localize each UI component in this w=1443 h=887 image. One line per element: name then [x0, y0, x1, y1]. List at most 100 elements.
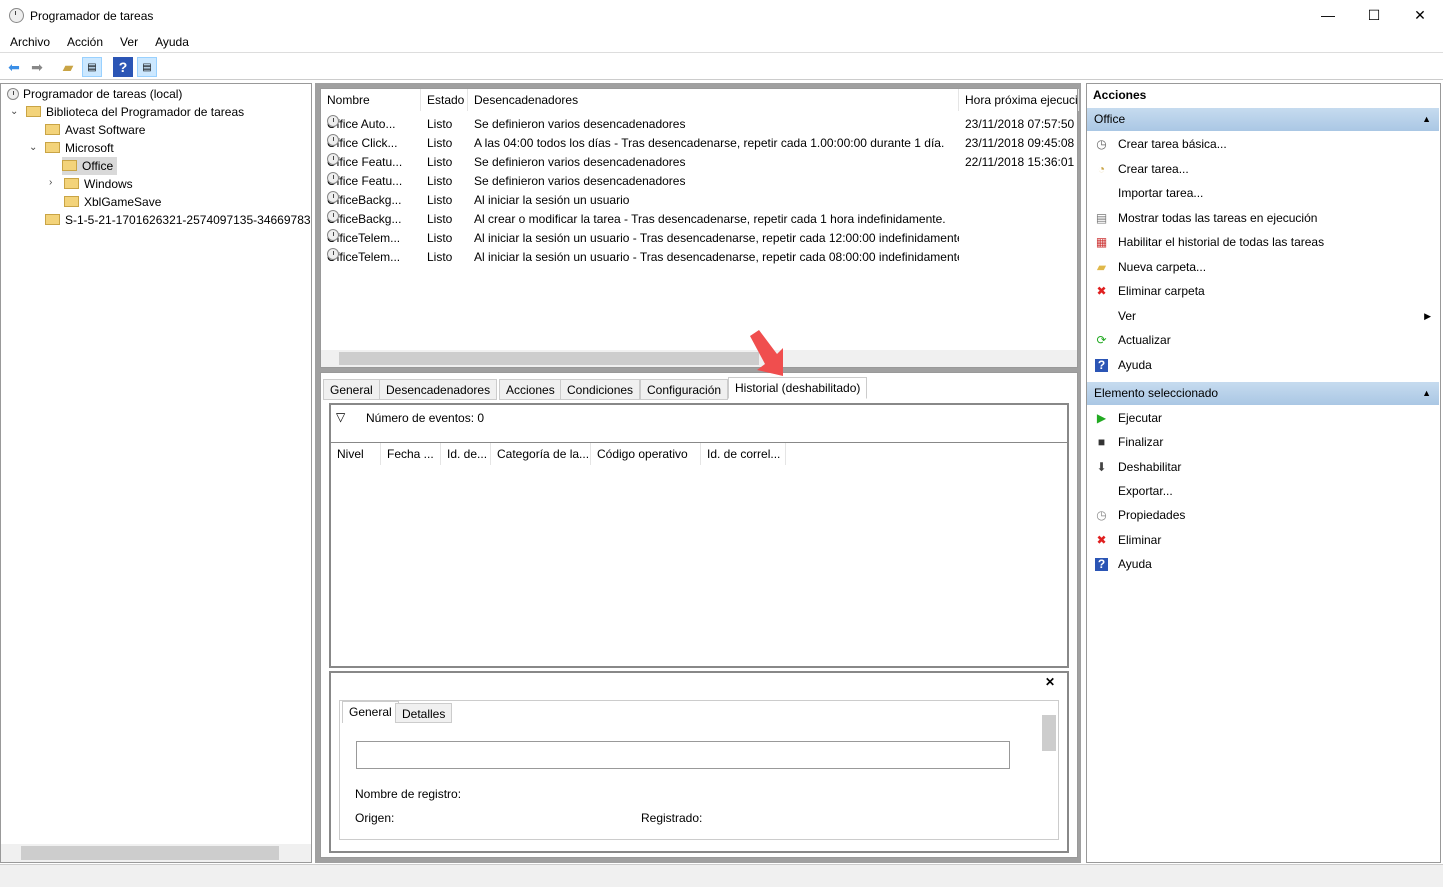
show-hide-actions-icon[interactable]: ▤ — [137, 57, 157, 77]
col-hora[interactable]: Hora próxima ejecuci — [959, 89, 1079, 111]
tab-desencadenadores[interactable]: Desencadenadores — [379, 379, 498, 400]
task-row[interactable]: Office Click... Listo A las 04:00 todos lo… — [321, 134, 1081, 153]
tree-windows[interactable]: Windows — [64, 175, 133, 193]
tree-root[interactable]: Programador de tareas (local) — [7, 85, 182, 103]
event-description-box[interactable] — [356, 741, 1010, 769]
chevron-down-icon[interactable]: ⌄ — [10, 106, 18, 117]
section-selected[interactable]: Elemento seleccionado ▲ — [1087, 382, 1439, 405]
scrollbar-thumb[interactable] — [339, 352, 759, 365]
action-items2-6[interactable]: ? Ayuda — [1087, 552, 1439, 576]
history-panel: ▽ Número de eventos: 0 Nivel Fecha ... I… — [329, 403, 1069, 668]
menu-ver[interactable]: Ver — [110, 32, 145, 49]
tree-label: Avast Software — [65, 123, 146, 137]
col-codigo[interactable]: Código operativo — [591, 443, 701, 465]
action-items2-4[interactable]: ◷ Propiedades — [1087, 503, 1439, 527]
event-count: Número de eventos: 0 — [366, 411, 485, 425]
status-bar — [0, 864, 1443, 887]
tab-general[interactable]: General — [323, 379, 380, 400]
tab-detalles[interactable]: Detalles — [395, 703, 453, 723]
action-label: Crear tarea básica... — [1118, 137, 1227, 151]
col-desencadenadores[interactable]: Desencadenadores — [468, 89, 959, 111]
chevron-down-icon[interactable]: ⌄ — [29, 142, 37, 153]
vertical-scrollbar[interactable] — [1040, 701, 1058, 811]
task-cell: OfficeTelem... — [327, 229, 417, 248]
task-row[interactable]: OfficeTelem... Listo Al iniciar la sesión … — [321, 229, 1081, 248]
toolbar: ⬅ ➡ ▰ ▤ ? ▤ — [0, 54, 1443, 80]
up-folder-icon[interactable]: ▰ — [58, 57, 78, 77]
action-items1-6[interactable]: ✖ Eliminar carpeta — [1087, 279, 1439, 303]
task-cell: Se definieron varios desencadenadores — [474, 174, 686, 188]
col-nombre[interactable]: Nombre — [321, 89, 421, 111]
minimize-button[interactable]: — — [1305, 0, 1351, 30]
tab-configuracion[interactable]: Configuración — [640, 379, 729, 400]
tree-library[interactable]: Biblioteca del Programador de tareas — [26, 103, 244, 121]
col-id-evento[interactable]: Id. de... — [441, 443, 491, 465]
task-cell: Listo — [427, 136, 453, 150]
task-list: Nombre Estado Desencadenadores Hora próx… — [320, 88, 1081, 368]
task-cell: Listo — [427, 193, 453, 207]
tab-condiciones[interactable]: Condiciones — [560, 379, 641, 400]
action-items1-8[interactable]: ⟳ Actualizar — [1087, 328, 1439, 352]
tree-microsoft[interactable]: Microsoft — [45, 139, 114, 157]
tree-sid[interactable]: S-1-5-21-1701626321-2574097135-34669783-… — [45, 211, 311, 229]
task-cell: Listo — [427, 174, 453, 188]
task-cell: OfficeBackg... — [327, 191, 417, 210]
back-icon[interactable]: ⬅ — [4, 57, 24, 77]
collapse-icon[interactable]: ▲ — [1422, 382, 1431, 405]
horizontal-scrollbar[interactable] — [321, 350, 1077, 367]
horizontal-scrollbar[interactable] — [1, 844, 311, 862]
col-nivel[interactable]: Nivel — [331, 443, 381, 465]
action-label: Finalizar — [1118, 435, 1164, 450]
action-items2-1[interactable]: ■ Finalizar — [1087, 430, 1439, 454]
action-items1-4[interactable]: ▦ Habilitar el historial de todas las tar… — [1087, 230, 1439, 254]
tree-label: Microsoft — [65, 141, 114, 155]
task-row[interactable]: Office Featu... Listo Se definieron varios… — [321, 172, 1081, 191]
menu-archivo[interactable]: Archivo — [0, 32, 57, 49]
col-fecha[interactable]: Fecha ... — [381, 443, 441, 465]
col-correlacion[interactable]: Id. de correl... — [701, 443, 786, 465]
help-icon[interactable]: ? — [113, 57, 133, 77]
scrollbar-thumb[interactable] — [1042, 715, 1056, 751]
menu-ayuda[interactable]: Ayuda — [145, 32, 196, 49]
show-hide-tree-icon[interactable]: ▤ — [82, 57, 102, 77]
action-items1-7[interactable]: Ver ▶ — [1087, 304, 1439, 328]
tree-label: Office — [82, 159, 114, 173]
action-items1-2[interactable]: Importar tarea... — [1087, 181, 1439, 205]
action-items1-5[interactable]: ▰ Nueva carpeta... — [1087, 255, 1439, 279]
col-estado[interactable]: Estado — [421, 89, 468, 111]
scrollbar-thumb[interactable] — [21, 846, 279, 860]
tab-detail-general[interactable]: General — [342, 701, 399, 723]
action-items2-3[interactable]: Exportar... — [1087, 479, 1439, 503]
task-row[interactable]: Office Auto... Listo Se definieron varios … — [321, 115, 1081, 134]
section-office[interactable]: Office ▲ — [1087, 108, 1439, 131]
col-categoria[interactable]: Categoría de la... — [491, 443, 591, 465]
task-cell: Listo — [427, 117, 453, 131]
action-items2-2[interactable]: ⬇ Deshabilitar — [1087, 455, 1439, 479]
chevron-right-icon[interactable]: › — [49, 177, 52, 188]
tree-xbl[interactable]: XblGameSave — [64, 193, 161, 211]
filter-icon[interactable]: ▽ — [336, 410, 345, 424]
close-icon[interactable]: ✕ — [1045, 675, 1055, 689]
action-label: Eliminar — [1118, 532, 1162, 547]
forward-icon[interactable]: ➡ — [27, 57, 47, 77]
task-row[interactable]: OfficeBackg... Listo Al crear o modificar … — [321, 210, 1081, 229]
task-row[interactable]: Office Featu... Listo Se definieron varios… — [321, 153, 1081, 172]
tree-avast[interactable]: Avast Software — [45, 121, 145, 139]
folder-icon — [45, 142, 60, 153]
close-button[interactable]: ✕ — [1397, 0, 1443, 30]
action-items1-9[interactable]: ? Ayuda — [1087, 353, 1439, 377]
task-row[interactable]: OfficeBackg... Listo Al iniciar la sesión … — [321, 191, 1081, 210]
collapse-icon[interactable]: ▲ — [1422, 108, 1431, 131]
action-items1-3[interactable]: ▤ Mostrar todas las tareas en ejecución — [1087, 206, 1439, 230]
menu-accion[interactable]: Acción — [57, 32, 110, 49]
action-items2-5[interactable]: ✖ Eliminar — [1087, 528, 1439, 552]
maximize-button[interactable]: ☐ — [1351, 0, 1397, 30]
refresh-icon: ⟳ — [1096, 333, 1107, 347]
tree-office[interactable]: Office — [62, 157, 118, 175]
tab-historial[interactable]: Historial (deshabilitado) — [728, 377, 868, 399]
task-row[interactable]: OfficeTelem... Listo Al iniciar la sesión … — [321, 248, 1081, 267]
action-items1-0[interactable]: ◷ Crear tarea básica... — [1087, 132, 1439, 156]
action-items2-0[interactable]: ▶ Ejecutar — [1087, 406, 1439, 430]
action-items1-1[interactable]: ◔ Crear tarea... — [1087, 157, 1439, 181]
tab-acciones[interactable]: Acciones — [499, 379, 562, 400]
